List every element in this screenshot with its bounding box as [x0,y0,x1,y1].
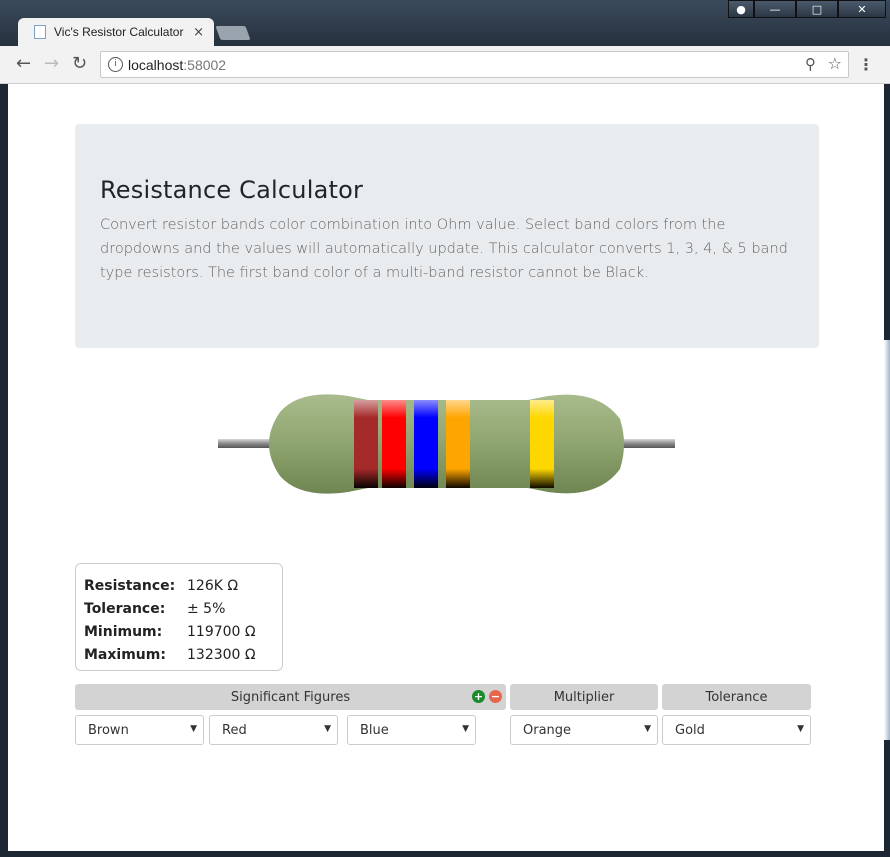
minimize-icon[interactable]: — [754,0,796,18]
tolerance-header-label: Tolerance [705,689,768,705]
band2-select[interactable]: Red ▼ [209,715,338,745]
minimum-row: Minimum: 119700 Ω [84,620,282,643]
resistor-band-shading-4 [446,400,470,488]
site-info-icon[interactable]: i [108,57,123,72]
browser-menu-icon[interactable]: ⋮ [858,55,874,74]
forward-arrow-icon[interactable]: → [44,55,59,73]
page-content: Resistance Calculator Convert resistor b… [8,84,884,851]
multiplier-value: Orange [523,722,572,738]
resistor-band-shading-5 [530,400,554,488]
tolerance-header: Tolerance [662,684,811,710]
multiplier-label: Multiplier [553,689,615,705]
band2-value: Red [222,722,247,738]
page-description: Convert resistor bands color combination… [100,217,788,281]
maximum-value: 132300 Ω [187,646,256,663]
new-tab-button[interactable] [215,26,251,40]
bookmark-star-icon[interactable]: ☆ [828,54,842,73]
resistor-image [218,384,678,514]
tolerance-select-value: Gold [675,722,705,738]
browser-toolbar: ← → ↻ i localhost:58002 ⚲ ☆ ⋮ [0,46,890,84]
resistance-value: 126K Ω [187,577,239,594]
chevron-down-icon: ▼ [190,724,197,734]
tolerance-select[interactable]: Gold ▼ [662,715,811,745]
minimum-value: 119700 Ω [187,623,256,640]
band3-select[interactable]: Blue ▼ [347,715,476,745]
band1-select[interactable]: Brown ▼ [75,715,204,745]
desktop-background-edge [884,340,890,740]
multiplier-header: Multiplier [510,684,658,710]
user-profile-icon[interactable]: ● [728,0,754,18]
reload-icon[interactable]: ↻ [72,55,87,73]
band1-value: Brown [88,722,129,738]
significant-figures-header: Significant Figures + − [75,684,506,710]
resistor-lead-right [618,439,675,448]
url-text: localhost:58002 [128,57,227,73]
tolerance-value: ± 5% [187,600,226,617]
chevron-down-icon: ▼ [644,724,651,734]
tolerance-row: Tolerance: ± 5% [84,597,282,620]
page-title: Resistance Calculator [100,176,364,204]
browser-tab[interactable]: Vic's Resistor Calculator × [18,18,214,46]
band3-value: Blue [360,722,389,738]
resistor-band-shading-2 [382,400,406,488]
window-controls: ● — □ ✕ [728,0,886,18]
resistance-row: Resistance: 126K Ω [84,574,282,597]
significant-figures-label: Significant Figures [230,689,351,705]
zoom-icon[interactable]: ⚲ [805,55,816,73]
add-band-icon[interactable]: + [472,690,485,703]
multiplier-select[interactable]: Orange ▼ [510,715,658,745]
tab-title: Vic's Resistor Calculator [54,25,184,39]
chevron-down-icon: ▼ [462,724,469,734]
resistance-label: Resistance: [84,577,176,594]
address-bar[interactable]: i localhost:58002 ⚲ ☆ [100,51,849,78]
tab-close-icon[interactable]: × [193,25,204,40]
intro-jumbotron: Resistance Calculator Convert resistor b… [75,124,819,348]
maximum-label: Maximum: [84,646,166,663]
resistor-band-shading-3 [414,400,438,488]
page-favicon-icon [34,25,46,39]
minimum-label: Minimum: [84,623,163,640]
resistor-band-shading-1 [354,400,378,488]
remove-band-icon[interactable]: − [489,690,502,703]
back-arrow-icon[interactable]: ← [16,55,31,73]
window-titlebar: Vic's Resistor Calculator × ● — □ ✕ [0,0,890,46]
window-close-icon[interactable]: ✕ [838,0,886,18]
results-panel: Resistance: 126K Ω Tolerance: ± 5% Minim… [75,563,283,671]
maximize-icon[interactable]: □ [796,0,838,18]
chevron-down-icon: ▼ [324,724,331,734]
chevron-down-icon: ▼ [797,724,804,734]
tolerance-label: Tolerance: [84,600,166,617]
resistor-lead-left [218,439,278,448]
maximum-row: Maximum: 132300 Ω [84,643,282,666]
